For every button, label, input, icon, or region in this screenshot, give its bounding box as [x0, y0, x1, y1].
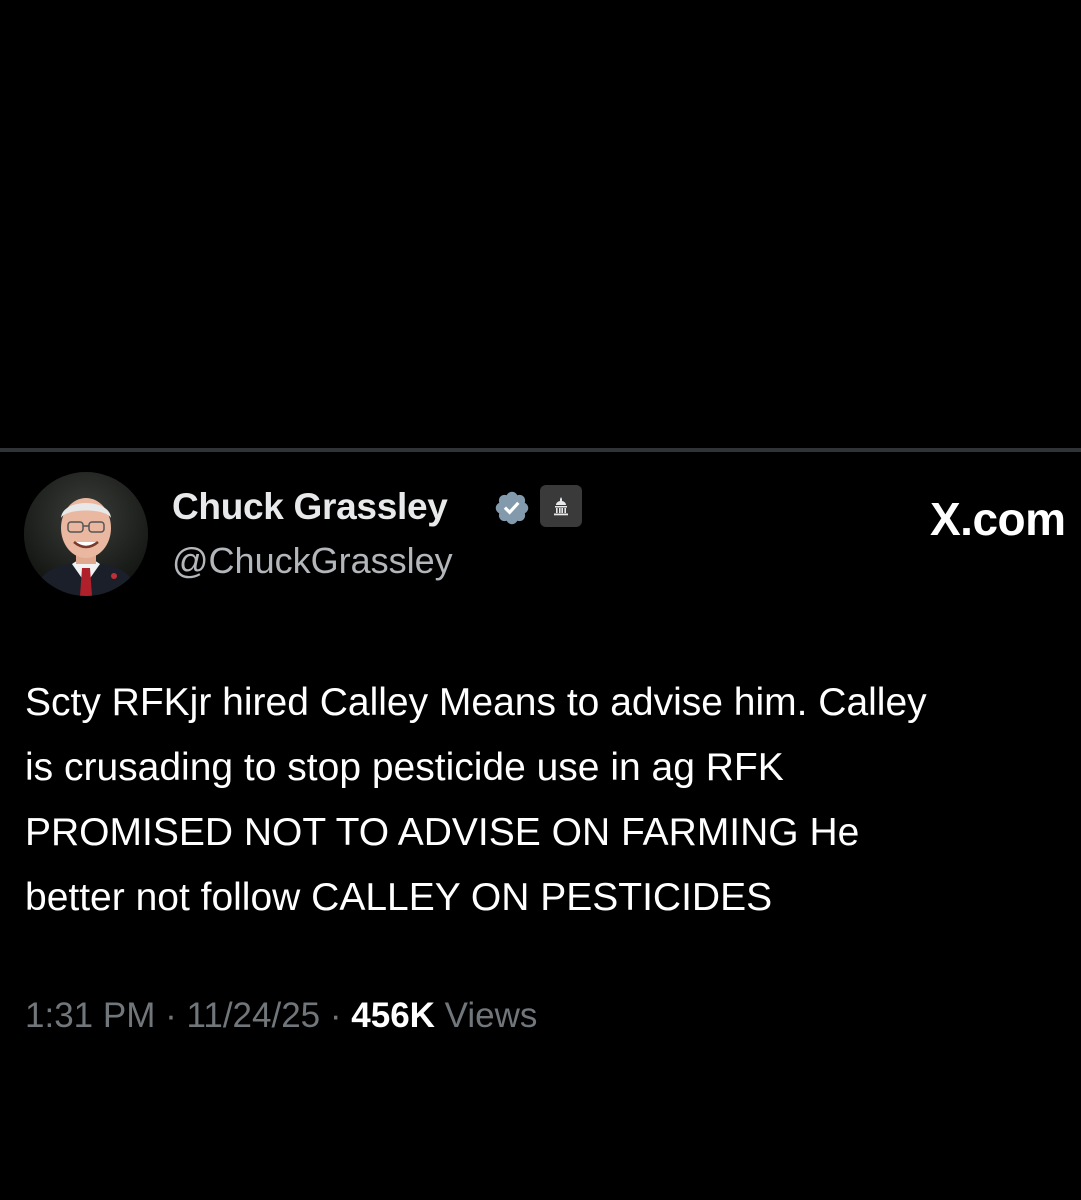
tweet-metadata: 1:31 PM · 11/24/25 · 456K Views: [25, 996, 537, 1036]
views-count[interactable]: 456K: [351, 996, 435, 1035]
tweet-text-line: Scty RFKjr hired Calley Means to advise …: [25, 681, 927, 724]
tweet-text: Scty RFKjr hired Calley Means to advise …: [25, 670, 1081, 930]
tweet-card[interactable]: Chuck Grassley @ChuckGrassley X.com Scty…: [0, 452, 1081, 1200]
avatar[interactable]: [24, 472, 148, 596]
tweet-time[interactable]: 1:31 PM: [25, 996, 155, 1035]
tweet-text-line: is crusading to stop pesticide use in ag…: [25, 746, 784, 789]
views-label: Views: [444, 996, 538, 1035]
author-handle[interactable]: @ChuckGrassley: [172, 540, 453, 582]
tweet-date[interactable]: 11/24/25: [186, 996, 320, 1035]
tweet-text-line: better not follow CALLEY ON PESTICIDES: [25, 876, 773, 919]
government-affiliation-badge: [540, 485, 582, 527]
tweet-text-line: PROMISED NOT TO ADVISE ON FARMING He: [25, 811, 860, 854]
meta-separator: ·: [329, 996, 342, 1035]
author-display-name[interactable]: Chuck Grassley: [172, 486, 448, 528]
capitol-building-icon: [554, 497, 568, 516]
verified-badge-icon: [495, 491, 529, 525]
x-brand-logo: X.com: [930, 493, 1066, 545]
empty-top-area: [0, 0, 1081, 448]
avatar-portrait-icon: [24, 472, 148, 596]
meta-separator: ·: [165, 996, 177, 1035]
